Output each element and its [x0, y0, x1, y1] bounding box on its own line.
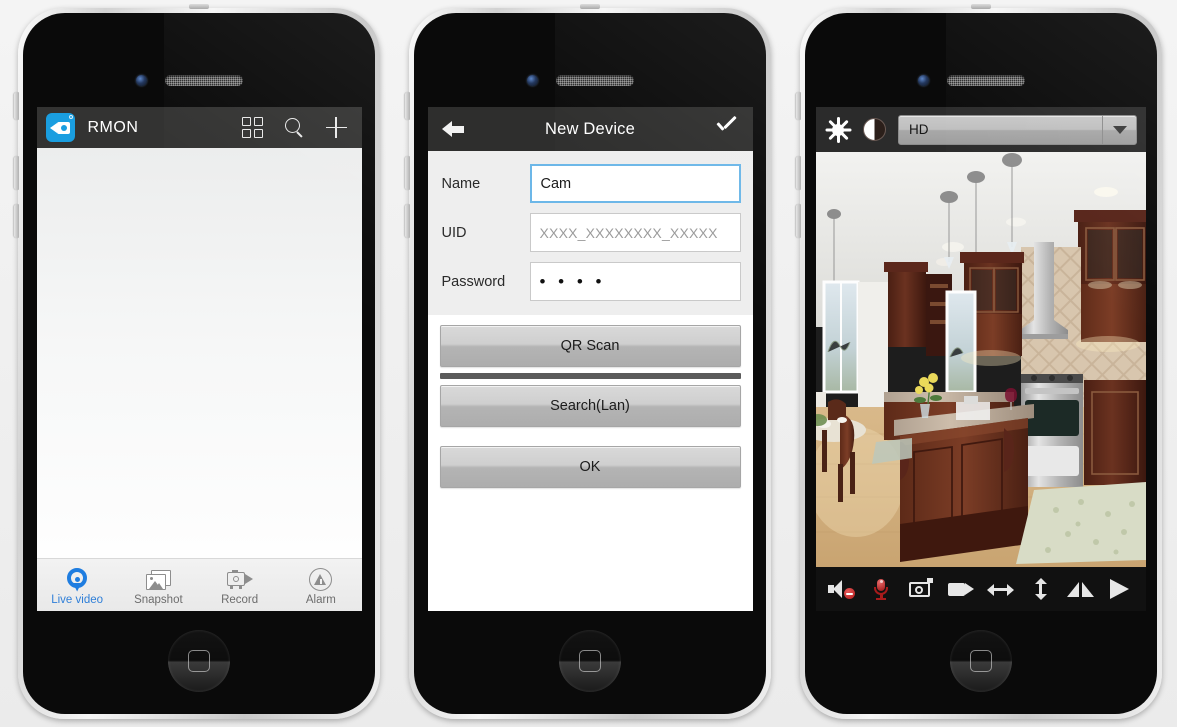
horizontal-flip-icon[interactable]	[987, 578, 1015, 600]
speaker-muted-icon[interactable]	[828, 578, 856, 600]
tab-alarm[interactable]: Alarm	[280, 559, 361, 611]
screen-live-view: HD	[816, 107, 1146, 611]
screenshot-stage: RMON Live video Snapshot Record Alarm Ne…	[0, 0, 1177, 727]
back-arrow-icon[interactable]	[441, 119, 466, 139]
bottom-tab-bar: Live video Snapshot Record Alarm	[36, 558, 362, 611]
action-buttons: QR Scan Search(Lan) OK	[427, 315, 753, 488]
video-control-bar	[816, 567, 1146, 611]
form-row-uid: UID XXXX_XXXXXXXX_XXXXX	[428, 208, 753, 257]
button-divider	[439, 373, 741, 379]
screen-device-list: RMON Live video Snapshot Record Alarm	[36, 107, 362, 611]
grid-view-icon[interactable]	[241, 117, 263, 138]
contrast-icon[interactable]	[863, 118, 886, 141]
device-form: Name Cam UID XXXX_XXXXXXXX_XXXXX Passwor…	[427, 151, 753, 315]
quality-value: HD	[909, 122, 929, 137]
record-icon	[226, 568, 253, 592]
mirror-icon[interactable]	[1066, 578, 1094, 600]
page-title: New Device	[544, 119, 636, 138]
plus-icon[interactable]	[325, 117, 347, 138]
device-list[interactable]	[36, 148, 362, 558]
volume-down-button[interactable]	[14, 204, 19, 238]
mute-switch[interactable]	[14, 92, 19, 120]
front-camera	[527, 75, 538, 86]
password-input[interactable]: • • • •	[529, 262, 741, 301]
chevron-down-icon[interactable]	[1102, 115, 1136, 144]
volume-up-button[interactable]	[796, 156, 801, 190]
password-masked-value: • • • •	[539, 272, 606, 291]
phone-new-device: New Device Name Cam UID XXXX_XXXXXXXX_XX…	[405, 4, 771, 719]
phone-body: HD	[805, 13, 1157, 714]
live-video-feed	[816, 152, 1146, 567]
volume-down-button[interactable]	[796, 204, 801, 238]
volume-up-button[interactable]	[405, 156, 410, 190]
earpiece-speaker	[165, 75, 243, 86]
check-icon[interactable]	[715, 119, 739, 139]
nav-bar: New Device	[427, 107, 753, 151]
ok-button[interactable]: OK	[439, 446, 741, 488]
phone-device-list: RMON Live video Snapshot Record Alarm	[14, 4, 380, 719]
app-bar: RMON	[36, 107, 362, 148]
phone-top-nub	[580, 4, 600, 9]
app-title: RMON	[87, 118, 139, 136]
home-button-square	[188, 650, 210, 672]
brightness-sun-icon[interactable]	[825, 116, 851, 143]
phone-live-view: HD	[796, 4, 1162, 719]
phone-body: RMON Live video Snapshot Record Alarm	[23, 13, 375, 714]
snapshot-camera-icon[interactable]	[908, 578, 935, 600]
front-camera	[136, 75, 147, 86]
quality-select[interactable]: HD	[898, 114, 1137, 145]
mute-switch[interactable]	[405, 92, 410, 120]
home-button[interactable]	[950, 630, 1012, 692]
play-icon[interactable]	[1107, 578, 1134, 600]
label-uid: UID	[441, 224, 467, 241]
search-icon[interactable]	[284, 117, 305, 138]
volume-down-button[interactable]	[405, 204, 410, 238]
name-input[interactable]: Cam	[529, 164, 741, 203]
tab-live-video[interactable]: Live video	[37, 559, 118, 611]
form-row-name: Name Cam	[428, 159, 753, 208]
video-toolbar: HD	[816, 107, 1146, 152]
tab-label-snapshot: Snapshot	[134, 593, 183, 606]
live-video-icon	[65, 567, 89, 592]
earpiece-speaker	[556, 75, 634, 86]
tab-record[interactable]: Record	[199, 559, 280, 611]
qr-scan-button[interactable]: QR Scan	[439, 325, 741, 367]
video-feed-container[interactable]	[816, 152, 1146, 567]
tab-label-alarm: Alarm	[305, 593, 336, 606]
phone-top-nub	[189, 4, 209, 9]
phone-body: New Device Name Cam UID XXXX_XXXXXXXX_XX…	[414, 13, 766, 714]
uid-input[interactable]: XXXX_XXXXXXXX_XXXXX	[529, 213, 741, 252]
vertical-flip-icon[interactable]	[1027, 578, 1054, 600]
home-button-square	[579, 650, 601, 672]
label-name: Name	[441, 175, 481, 192]
screen-new-device: New Device Name Cam UID XXXX_XXXXXXXX_XX…	[427, 107, 753, 611]
search-lan-button[interactable]: Search(Lan)	[439, 385, 741, 427]
label-password: Password	[441, 273, 506, 290]
mute-switch[interactable]	[796, 92, 801, 120]
form-row-password: Password • • • •	[428, 257, 753, 306]
earpiece-speaker	[947, 75, 1025, 86]
app-bar-actions	[241, 117, 353, 138]
app-logo-icon	[45, 113, 75, 142]
microphone-muted-icon[interactable]	[868, 578, 895, 600]
tab-label-record: Record	[221, 593, 259, 606]
home-button[interactable]	[168, 630, 230, 692]
record-video-icon[interactable]	[947, 578, 975, 600]
volume-up-button[interactable]	[14, 156, 19, 190]
tab-label-live-video: Live video	[51, 593, 104, 606]
home-button-square	[970, 650, 992, 672]
alarm-icon	[309, 568, 333, 592]
tab-snapshot[interactable]: Snapshot	[118, 559, 199, 611]
snapshot-icon	[145, 568, 171, 592]
phone-top-nub	[971, 4, 991, 9]
home-button[interactable]	[559, 630, 621, 692]
button-spacer	[440, 437, 741, 446]
front-camera	[918, 75, 929, 86]
